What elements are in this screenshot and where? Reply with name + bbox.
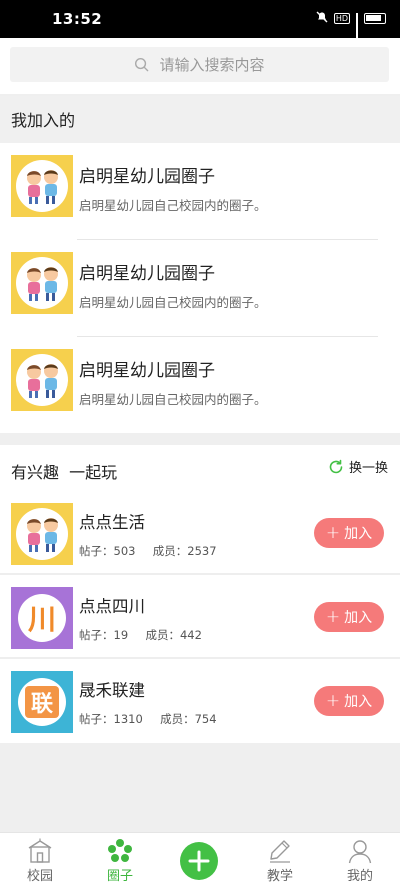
tab-label: 我的	[346, 869, 373, 884]
circle-name: 点点生活	[79, 513, 145, 532]
joined-item-title: 启明星幼儿园圈子	[79, 264, 215, 284]
circle-stats: 帖子：19 成员：442	[79, 627, 202, 643]
joined-item-title: 启明星幼儿园圈子	[79, 167, 215, 187]
plus-icon: +	[325, 606, 341, 627]
search-bar: 请输入搜索内容	[0, 38, 400, 94]
tab-school[interactable]: 校园	[0, 833, 80, 888]
circle-stats: 帖子：1310 成员：754	[79, 711, 217, 727]
chuan-avatar: 川	[11, 587, 73, 649]
posts-prefix: 帖子：	[79, 712, 114, 726]
join-label: 加入	[344, 526, 373, 542]
kids-avatar	[11, 155, 73, 217]
joined-item[interactable]: 启明星幼儿园圈子 启明星幼儿园自己校园内的圈子。	[0, 143, 400, 240]
members-count: 442	[179, 628, 202, 642]
plus-icon: +	[325, 522, 341, 543]
lian-avatar-text: 联	[25, 686, 59, 718]
members-count: 2537	[187, 544, 217, 558]
circle-stats: 帖子：503 成员：2537	[79, 543, 217, 559]
tab-profile[interactable]: 我的	[320, 833, 400, 888]
search-input[interactable]: 请输入搜索内容	[10, 47, 389, 82]
posts-count: 503	[113, 544, 136, 558]
recommended-circle-item[interactable]: 川 点点四川 帖子：19 成员：442 + 加入	[0, 575, 400, 659]
search-icon	[134, 57, 149, 72]
interest-section-title: 有兴趣 一起玩	[11, 463, 118, 482]
status-bar: 13:52 HD	[0, 0, 400, 42]
join-button[interactable]: + 加入	[314, 686, 384, 716]
kids-avatar	[11, 349, 73, 411]
circle-icon	[107, 838, 133, 864]
join-button[interactable]: + 加入	[314, 602, 384, 632]
recommended-circle-item[interactable]: 联 晟禾联建 帖子：1310 成员：754 + 加入	[0, 659, 400, 743]
hd-icon: HD	[333, 13, 350, 24]
add-icon	[188, 850, 210, 872]
interest-section: 有兴趣 一起玩 换一换 点点生活 帖子：503 成员：2537 + 加入 川 点…	[0, 445, 400, 743]
members-count: 754	[194, 712, 217, 726]
tab-label: 教学	[266, 869, 293, 884]
joined-item-desc: 启明星幼儿园自己校园内的圈子。	[79, 392, 267, 407]
search-placeholder: 请输入搜索内容	[159, 56, 265, 74]
posts-count: 1310	[113, 712, 143, 726]
interest-header: 有兴趣 一起玩 换一换	[0, 445, 400, 491]
battery-icon	[364, 13, 386, 24]
bottom-tab-bar: 校园 圈子 教学 我的	[0, 832, 400, 888]
tab-teaching[interactable]: 教学	[240, 833, 320, 888]
joined-list: 启明星幼儿园圈子 启明星幼儿园自己校园内的圈子。 启明星幼儿园圈子 启明星幼儿园…	[0, 143, 400, 433]
members-prefix: 成员：	[145, 628, 180, 642]
joined-item[interactable]: 启明星幼儿园圈子 启明星幼儿园自己校园内的圈子。	[0, 337, 400, 434]
kids-avatar	[11, 503, 73, 565]
joined-item-title: 启明星幼儿园圈子	[79, 361, 215, 381]
refresh-icon	[328, 459, 344, 475]
posts-prefix: 帖子：	[79, 628, 114, 642]
join-button[interactable]: + 加入	[314, 518, 384, 548]
posts-prefix: 帖子：	[79, 544, 114, 558]
status-icons: HD	[316, 11, 386, 42]
joined-item[interactable]: 启明星幼儿园圈子 启明星幼儿园自己校园内的圈子。	[0, 240, 400, 337]
add-button[interactable]	[180, 842, 218, 880]
kids-avatar	[11, 252, 73, 314]
join-label: 加入	[344, 694, 373, 710]
school-icon	[27, 838, 53, 864]
join-label: 加入	[344, 610, 373, 626]
pen-icon	[267, 838, 293, 864]
refresh-label: 换一换	[348, 461, 388, 476]
plus-icon: +	[325, 690, 341, 711]
signal-icon	[356, 13, 358, 42]
lian-avatar: 联	[11, 671, 73, 733]
tab-circle[interactable]: 圈子	[80, 833, 160, 888]
posts-count: 19	[113, 628, 129, 642]
status-time: 13:52	[52, 10, 103, 28]
refresh-button[interactable]: 换一换	[328, 457, 388, 476]
joined-item-desc: 启明星幼儿园自己校园内的圈子。	[79, 295, 267, 310]
joined-item-desc: 启明星幼儿园自己校园内的圈子。	[79, 198, 267, 213]
members-prefix: 成员：	[152, 544, 188, 558]
circle-name: 晟禾联建	[79, 681, 145, 700]
tab-label: 圈子	[106, 869, 133, 884]
recommended-circle-item[interactable]: 点点生活 帖子：503 成员：2537 + 加入	[0, 491, 400, 575]
mute-icon	[316, 11, 328, 26]
joined-section-title: 我加入的	[0, 96, 400, 146]
profile-icon	[347, 838, 373, 864]
tab-label: 校园	[26, 869, 53, 884]
chuan-avatar-text: 川	[18, 594, 66, 642]
circle-name: 点点四川	[79, 597, 145, 616]
members-prefix: 成员：	[160, 712, 195, 726]
